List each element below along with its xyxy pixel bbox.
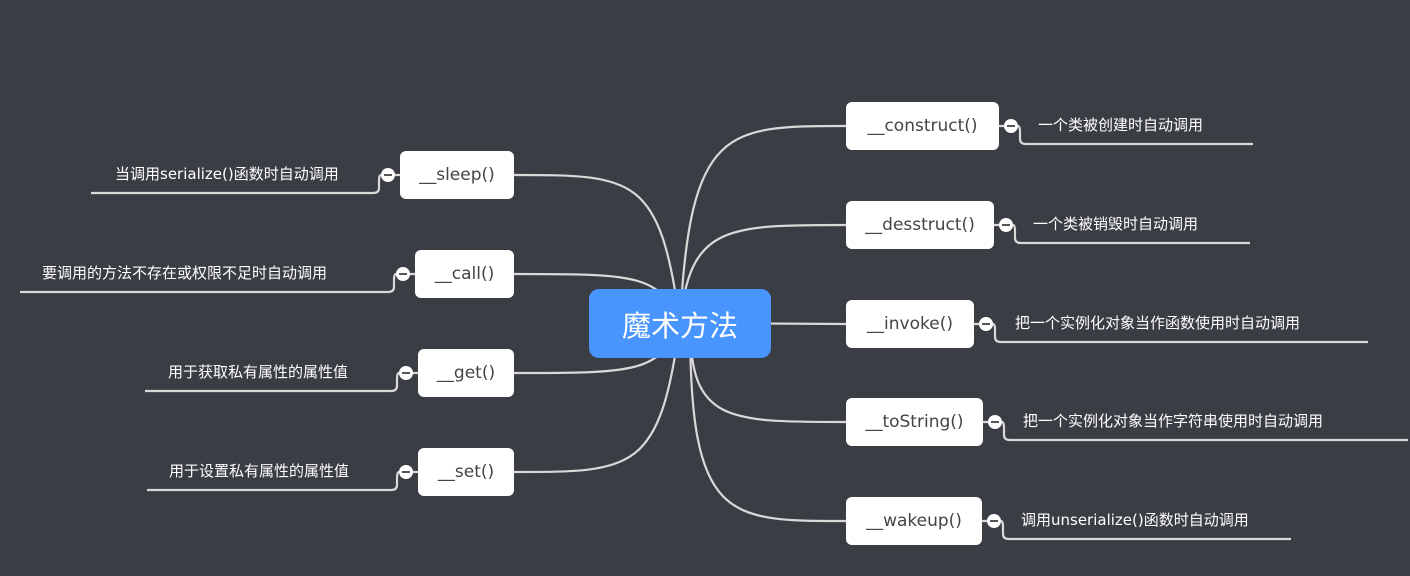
node-sleep[interactable]: __sleep() — [400, 151, 514, 199]
note-invoke[interactable]: 把一个实例化对象当作函数使用时自动调用 — [1015, 312, 1300, 333]
note-desstruct[interactable]: 一个类被销毁时自动调用 — [1033, 213, 1198, 234]
collapse-toggle-icon[interactable] — [381, 168, 395, 182]
node-tostring[interactable]: __toString() — [846, 398, 983, 446]
collapse-toggle-icon[interactable] — [1004, 119, 1018, 133]
note-tostring[interactable]: 把一个实例化对象当作字符串使用时自动调用 — [1023, 410, 1323, 431]
root-node-magic-methods[interactable]: 魔术方法 — [589, 289, 771, 358]
node-desstruct[interactable]: __desstruct() — [846, 201, 994, 249]
note-get[interactable]: 用于获取私有属性的属性值 — [168, 361, 348, 382]
collapse-toggle-icon[interactable] — [399, 366, 413, 380]
node-call[interactable]: __call() — [415, 250, 514, 298]
note-set[interactable]: 用于设置私有属性的属性值 — [169, 460, 349, 481]
node-invoke[interactable]: __invoke() — [846, 300, 974, 348]
node-construct[interactable]: __construct() — [846, 102, 999, 150]
collapse-toggle-icon[interactable] — [988, 415, 1002, 429]
connector-lines — [20, 124, 1408, 541]
collapse-toggle-icon[interactable] — [999, 218, 1013, 232]
collapse-toggle-icon[interactable] — [396, 267, 410, 281]
collapse-toggle-icon[interactable] — [987, 514, 1001, 528]
note-construct[interactable]: 一个类被创建时自动调用 — [1038, 114, 1203, 135]
note-wakeup[interactable]: 调用unserialize()函数时自动调用 — [1021, 509, 1249, 530]
node-set[interactable]: __set() — [418, 448, 514, 496]
node-get[interactable]: __get() — [418, 349, 514, 397]
collapse-toggle-icon[interactable] — [979, 317, 993, 331]
note-call[interactable]: 要调用的方法不存在或权限不足时自动调用 — [42, 262, 327, 283]
node-wakeup[interactable]: __wakeup() — [846, 497, 982, 545]
collapse-toggle-icon[interactable] — [399, 465, 413, 479]
note-sleep[interactable]: 当调用serialize()函数时自动调用 — [115, 163, 339, 184]
